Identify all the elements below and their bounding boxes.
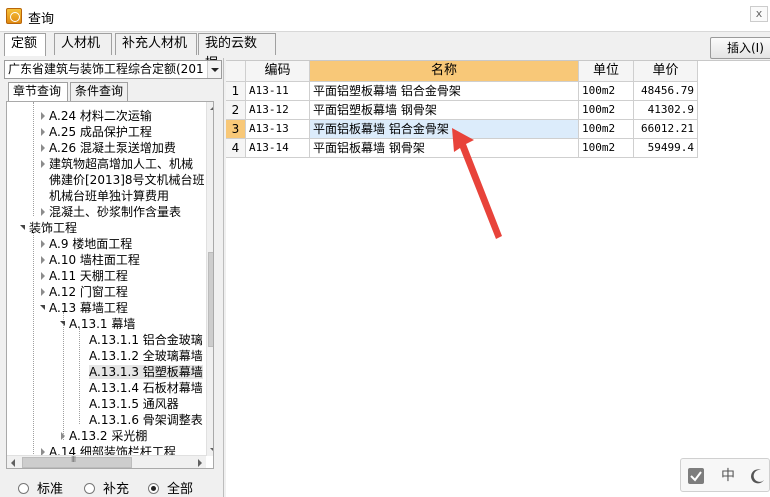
- tree-item[interactable]: A.9 楼地面工程: [39, 236, 132, 252]
- quota-library-select[interactable]: 广东省建筑与装饰工程综合定额(201: [4, 60, 222, 79]
- cell-unit[interactable]: 100m2: [579, 101, 634, 120]
- tree-item[interactable]: A.26 混凝土泵送增加费: [39, 140, 176, 156]
- quota-library-value: 广东省建筑与装饰工程综合定额(201: [8, 62, 204, 76]
- tree-item[interactable]: A.11 天棚工程: [39, 268, 128, 284]
- row-number[interactable]: 4: [226, 139, 246, 158]
- cell-unit[interactable]: 100m2: [579, 139, 634, 158]
- tree-item-selected[interactable]: A.13.1.3 铝塑板幕墙: [89, 364, 203, 380]
- filter-supplement[interactable]: 补充: [84, 483, 129, 497]
- moon-icon[interactable]: [747, 465, 769, 487]
- expand-icon[interactable]: [39, 268, 49, 284]
- tree-horizontal-scrollbar[interactable]: [7, 455, 206, 468]
- tab-chapter-query[interactable]: 章节查询: [8, 82, 68, 101]
- tree-item[interactable]: A.24 材料二次运输: [39, 108, 152, 124]
- scroll-right-icon[interactable]: [198, 459, 202, 467]
- red-arrow-icon: [452, 128, 502, 239]
- cell-unit[interactable]: 100m2: [579, 120, 634, 139]
- scroll-left-icon[interactable]: [11, 459, 15, 467]
- expand-icon[interactable]: [39, 108, 49, 124]
- chapter-tree: A.24 材料二次运输 A.25 成品保护工程 A.26 混凝土泵送增加费 建筑…: [6, 101, 214, 469]
- radio-standard[interactable]: [18, 483, 29, 494]
- tree-item[interactable]: A.13.1.2 全玻璃幕墙: [89, 348, 203, 364]
- cell-code[interactable]: A13-11: [246, 82, 310, 101]
- window-title: 查询: [28, 12, 55, 27]
- tree-guide-line: [33, 232, 34, 462]
- tree-item[interactable]: 机械台班单独计算费用: [49, 188, 169, 204]
- scrollbar-thumb[interactable]: [208, 252, 213, 347]
- tree-item[interactable]: A.13.1.6 骨架调整表: [89, 412, 203, 428]
- tree-item[interactable]: A.25 成品保护工程: [39, 124, 152, 140]
- cell-code[interactable]: A13-13: [246, 120, 310, 139]
- collapse-icon[interactable]: [19, 220, 29, 236]
- tab-quota[interactable]: 定额: [4, 33, 46, 56]
- expand-icon[interactable]: [39, 140, 49, 156]
- scroll-down-icon[interactable]: [210, 448, 213, 452]
- header-row-number: [226, 61, 246, 82]
- tree-item[interactable]: A.13.1.1 铝合金玻璃: [89, 332, 203, 348]
- filter-standard[interactable]: 标准: [18, 483, 63, 497]
- collapse-icon[interactable]: [59, 316, 69, 332]
- tree-item[interactable]: A.13.1.4 石板材幕墙: [89, 380, 203, 396]
- row-number-selected[interactable]: 3: [226, 120, 246, 139]
- header-price[interactable]: 单价: [634, 61, 698, 82]
- ime-toolbar: 中: [680, 458, 770, 492]
- tree-item[interactable]: 混凝土、砂浆制作含量表: [39, 204, 181, 220]
- row-number[interactable]: 2: [226, 101, 246, 120]
- scroll-up-icon[interactable]: [210, 106, 213, 110]
- insert-button[interactable]: 插入(I): [710, 37, 770, 59]
- tree-item[interactable]: 建筑物超高增加人工、机械: [39, 156, 193, 172]
- collapse-icon[interactable]: [39, 300, 49, 316]
- tree-guide-line: [79, 328, 80, 424]
- cell-price[interactable]: 41302.9: [634, 101, 698, 120]
- tree-item[interactable]: 佛建价[2013]8号文机械台班: [49, 172, 205, 188]
- chevron-down-icon[interactable]: [207, 61, 221, 78]
- expand-icon[interactable]: [39, 124, 49, 140]
- expand-icon[interactable]: [39, 204, 49, 220]
- cell-name[interactable]: 平面铝塑板幕墙 铝合金骨架: [310, 82, 579, 101]
- expand-icon[interactable]: [39, 252, 49, 268]
- scrollbar-thumb[interactable]: [22, 455, 132, 468]
- tree-item[interactable]: A.13.1.5 通风器: [89, 396, 179, 412]
- app-icon: [6, 8, 22, 24]
- header-code[interactable]: 编码: [246, 61, 310, 82]
- cell-code[interactable]: A13-14: [246, 139, 310, 158]
- tree-item[interactable]: A.12 门窗工程: [39, 284, 128, 300]
- panel-splitter[interactable]: [223, 58, 224, 497]
- tab-labor-materials[interactable]: 人材机: [54, 33, 112, 55]
- cell-price[interactable]: 48456.79: [634, 82, 698, 101]
- expand-icon[interactable]: [39, 236, 49, 252]
- tab-supplement-materials[interactable]: 补充人材机: [115, 33, 197, 55]
- expand-icon[interactable]: [39, 284, 49, 300]
- tree-item[interactable]: A.13.2 采光棚: [59, 428, 147, 444]
- title-bar: 查询 x: [0, 0, 770, 32]
- header-unit[interactable]: 单位: [579, 61, 634, 82]
- check-icon[interactable]: [685, 465, 707, 487]
- cell-code[interactable]: A13-12: [246, 101, 310, 120]
- radio-supplement[interactable]: [84, 483, 95, 494]
- tree-item[interactable]: 装饰工程: [19, 220, 77, 236]
- red-arrow-annotation: [452, 128, 502, 239]
- chinese-mode-button[interactable]: 中: [717, 465, 739, 487]
- radio-all[interactable]: [148, 483, 159, 494]
- expand-icon[interactable]: [39, 156, 49, 172]
- header-name[interactable]: 名称: [310, 61, 579, 82]
- tree-guide-line: [33, 102, 34, 216]
- cell-price[interactable]: 66012.21: [634, 120, 698, 139]
- tree-item[interactable]: A.13.1 幕墙: [59, 316, 135, 332]
- tree-vertical-scrollbar[interactable]: [206, 102, 213, 456]
- tab-condition-query[interactable]: 条件查询: [70, 82, 128, 101]
- tree-item[interactable]: A.10 墙柱面工程: [39, 252, 140, 268]
- filter-all[interactable]: 全部: [148, 483, 193, 497]
- expand-icon[interactable]: [59, 428, 69, 444]
- tab-my-cloud-data[interactable]: 我的云数据: [198, 33, 276, 71]
- cell-unit[interactable]: 100m2: [579, 82, 634, 101]
- close-button[interactable]: x: [750, 6, 768, 22]
- tree-item[interactable]: A.13 幕墙工程: [39, 300, 128, 316]
- row-number[interactable]: 1: [226, 82, 246, 101]
- cell-price[interactable]: 59499.4: [634, 139, 698, 158]
